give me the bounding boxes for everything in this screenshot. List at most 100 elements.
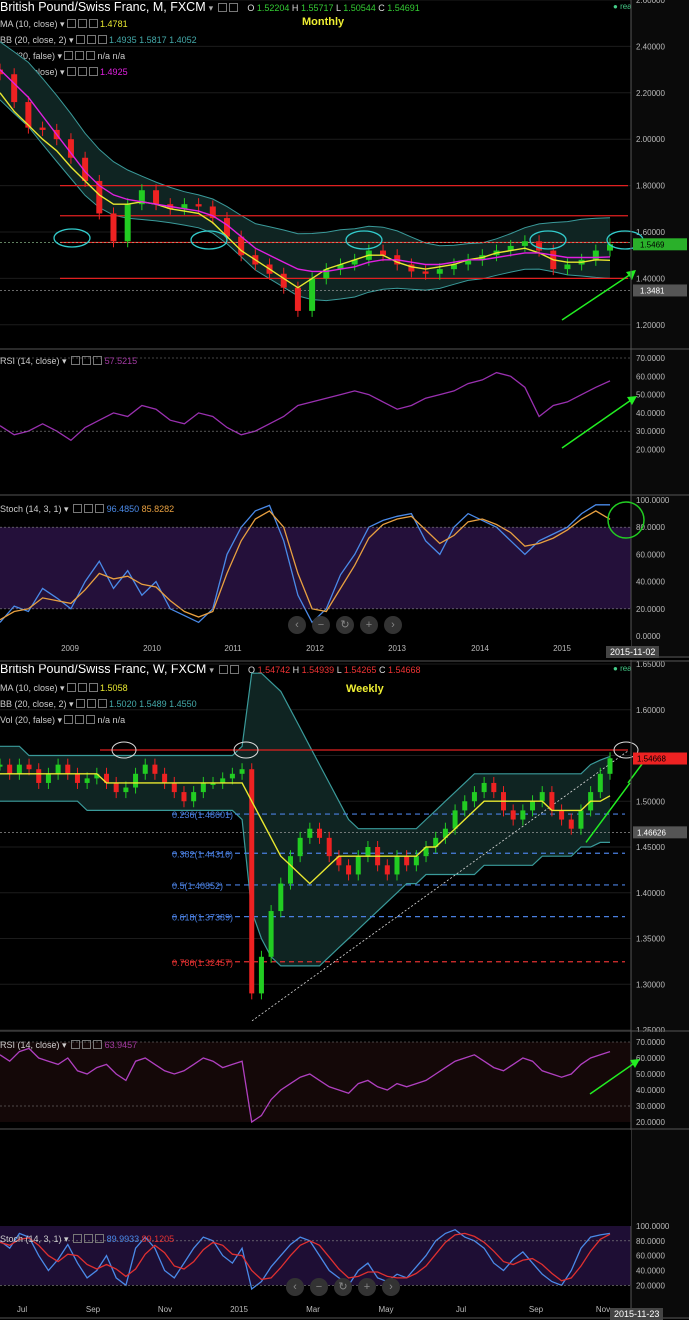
candle-body — [471, 792, 477, 802]
visibility-icon[interactable] — [77, 19, 87, 28]
candle-body — [578, 259, 585, 265]
monthly-date-label: 2015-11-02 — [606, 646, 660, 658]
indicator-name[interactable]: MA (10, close) ▾ — [0, 683, 65, 693]
settings-icon[interactable] — [218, 3, 228, 12]
visibility-icon[interactable] — [229, 665, 239, 674]
close-icon[interactable] — [88, 67, 98, 76]
settings-icon[interactable] — [64, 51, 74, 60]
candle-body — [346, 865, 352, 875]
settings-icon[interactable] — [66, 19, 76, 28]
candle-body — [55, 764, 61, 774]
candle-body — [36, 769, 42, 783]
rsi-name[interactable]: RSI (14, close) — [0, 356, 60, 366]
candle-body — [294, 287, 301, 311]
close-icon[interactable] — [95, 504, 105, 513]
reset-icon[interactable]: ↻ — [334, 1278, 352, 1296]
visibility-icon[interactable] — [75, 715, 85, 724]
candle-body — [16, 764, 22, 774]
zoom-in-icon[interactable]: + — [358, 1278, 376, 1296]
candle-body — [592, 250, 599, 260]
zoom-out-icon[interactable]: − — [310, 1278, 328, 1296]
settings-icon[interactable] — [66, 683, 76, 692]
settings-icon[interactable] — [71, 1040, 81, 1049]
settings-icon[interactable] — [66, 67, 76, 76]
candle-body — [323, 269, 330, 279]
indicator-name[interactable]: MA (10, close) ▾ — [0, 19, 65, 29]
scroll-left-icon[interactable]: ‹ — [288, 616, 306, 634]
settings-icon[interactable] — [218, 665, 228, 674]
scroll-right-icon[interactable]: › — [384, 616, 402, 634]
close-icon[interactable] — [97, 35, 107, 44]
visibility-icon[interactable] — [84, 1234, 94, 1243]
ohlc-open-value: 1.52204 — [256, 3, 290, 13]
weekly-title-dropdown-icon[interactable]: ▾ — [209, 665, 214, 675]
reset-icon[interactable]: ↻ — [336, 616, 354, 634]
trend-arrowhead — [626, 270, 636, 280]
close-icon[interactable] — [88, 683, 98, 692]
indicator-name[interactable]: MA (21, close) ▾ — [0, 67, 65, 77]
price-tag-line — [633, 826, 687, 839]
visibility-icon[interactable] — [75, 51, 85, 60]
weekly-chart-title[interactable]: British Pound/Swiss Franc, W, FXCM — [0, 662, 206, 676]
settings-icon[interactable] — [64, 715, 74, 724]
visibility-icon[interactable] — [84, 504, 94, 513]
settings-icon[interactable] — [75, 35, 85, 44]
candle-body — [278, 883, 284, 912]
candle-body — [84, 778, 90, 783]
monthly-navigation-controls: ‹ − ↻ + › — [288, 616, 402, 634]
settings-icon[interactable] — [71, 356, 81, 365]
candle-body — [249, 769, 255, 994]
scroll-right-icon[interactable]: › — [382, 1278, 400, 1296]
visibility-icon[interactable] — [77, 683, 87, 692]
candle-body — [94, 773, 100, 779]
close-icon[interactable] — [93, 1040, 103, 1049]
scroll-left-icon[interactable]: ‹ — [286, 1278, 304, 1296]
close-icon[interactable] — [97, 699, 107, 708]
trend-arrow — [561, 397, 635, 449]
visibility-icon[interactable] — [82, 356, 92, 365]
stoch-name[interactable]: Stoch (14, 3, 1) — [0, 1234, 62, 1244]
close-icon[interactable] — [93, 356, 103, 365]
indicator-name[interactable]: Vol (20, false) ▾ — [0, 715, 62, 725]
zoom-out-icon[interactable]: − — [312, 616, 330, 634]
y-tick-label: 70.0000 — [636, 354, 665, 363]
highlight-ellipse — [53, 228, 91, 248]
visibility-icon[interactable] — [86, 699, 96, 708]
x-tick-label: May — [378, 1305, 393, 1314]
close-icon[interactable] — [88, 19, 98, 28]
y-tick-label: 40.0000 — [636, 409, 665, 418]
monthly-chart-title[interactable]: British Pound/Swiss Franc, M, FXCM — [0, 0, 206, 14]
ohlc-close-label: C — [378, 3, 385, 13]
indicator-name[interactable]: BB (20, close, 2) ▾ — [0, 699, 74, 709]
candle-body — [442, 828, 448, 838]
indicator-row: MA (21, close) ▾ 1.4925 — [0, 67, 128, 78]
monthly-title-dropdown-icon[interactable]: ▾ — [209, 3, 214, 13]
monthly-realtime-status: ● realtime — [613, 2, 649, 11]
settings-icon[interactable] — [73, 1234, 83, 1243]
stoch-name[interactable]: Stoch (14, 3, 1) — [0, 504, 62, 514]
candle-body — [258, 956, 264, 994]
settings-icon[interactable] — [75, 699, 85, 708]
indicator-name[interactable]: Vol (20, false) ▾ — [0, 51, 62, 61]
close-icon[interactable] — [86, 715, 96, 724]
candle-body — [607, 244, 613, 251]
visibility-icon[interactable] — [77, 67, 87, 76]
visibility-icon[interactable] — [229, 3, 239, 12]
y-tick-label: 40.0000 — [636, 1266, 665, 1275]
indicator-name[interactable]: BB (20, close, 2) ▾ — [0, 35, 74, 45]
ma21-line — [0, 69, 611, 273]
zoom-in-icon[interactable]: + — [360, 616, 378, 634]
visibility-icon[interactable] — [86, 35, 96, 44]
visibility-icon[interactable] — [82, 1040, 92, 1049]
settings-icon[interactable] — [73, 504, 83, 513]
candle-body — [268, 911, 274, 957]
weekly-stoch-header-row: Stoch (14, 3, 1) ▾ 89.9933 89.1205 — [0, 1234, 175, 1244]
close-icon[interactable] — [86, 51, 96, 60]
realtime-label: realtime — [620, 664, 649, 673]
price-tag-current — [633, 238, 687, 251]
rsi-name[interactable]: RSI (14, close) — [0, 1040, 60, 1050]
monthly-rsi-chart[interactable]: 70.0000 60.0000 50.0000 40.0000 30.0000 20.00… — [0, 350, 689, 496]
close-icon[interactable] — [95, 1234, 105, 1243]
y-tick-label: 20.0000 — [636, 1118, 665, 1127]
price-tag-line-text: 1.3481 — [640, 286, 665, 295]
